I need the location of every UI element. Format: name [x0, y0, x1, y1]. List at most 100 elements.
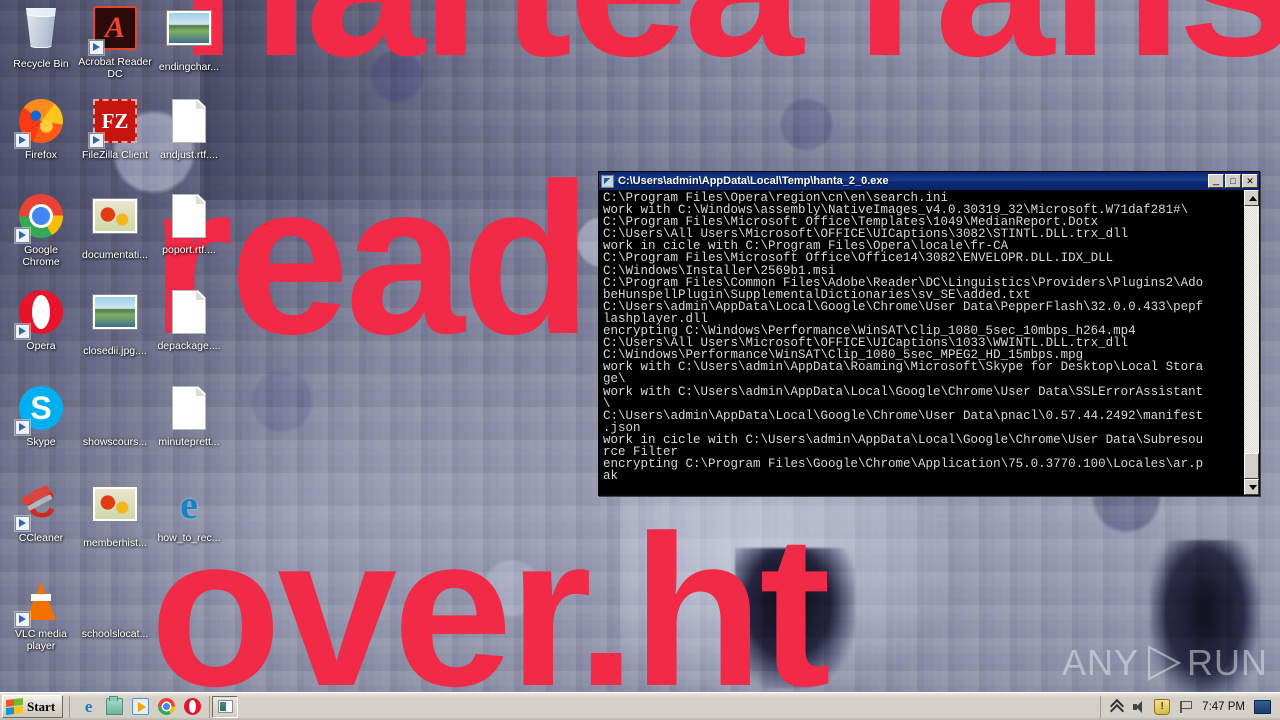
desktop-icon-minuteprett[interactable]: minuteprett...	[152, 384, 226, 449]
image-file-icon-art	[93, 295, 137, 329]
taskbar-task-list	[209, 695, 1100, 718]
internet-explorer-icon[interactable]	[80, 698, 97, 715]
shortcut-arrow-icon	[89, 133, 104, 148]
desktop-icon-how-to-rec[interactable]: how_to_rec...	[152, 480, 226, 545]
desktop-icon-label: Google Chrome	[22, 244, 60, 268]
shortcut-arrow-icon	[15, 228, 30, 243]
document-file-icon-art	[172, 290, 206, 334]
scrollbar-track[interactable]	[1244, 206, 1259, 479]
blank-icon-art	[93, 578, 137, 622]
desktop-icon-google-chrome[interactable]: Google Chrome	[4, 192, 78, 268]
show-hidden-icons-chevron-icon[interactable]	[1108, 699, 1124, 715]
minimize-button[interactable]: _	[1208, 174, 1224, 188]
desktop-icon-skype[interactable]: Skype	[4, 384, 78, 449]
console-window-icon	[601, 174, 614, 188]
desktop-icon-label: FileZilla Client	[82, 149, 148, 161]
monitor-icon[interactable]	[1254, 699, 1271, 714]
shortcut-arrow-icon	[15, 324, 30, 339]
desktop-icon-label: documentati...	[82, 249, 148, 261]
system-tray: 7:47 PM	[1100, 695, 1277, 718]
taskbar: Start 7:47 PM	[0, 692, 1280, 720]
taskbar-clock[interactable]: 7:47 PM	[1200, 701, 1247, 713]
volume-icon[interactable]	[1131, 699, 1147, 715]
acrobat-reader-icon	[89, 6, 139, 55]
desktop-icon-label: andjust.rtf....	[160, 149, 218, 161]
ransom-note-line-1: nartea ranso	[178, 0, 1280, 88]
opera-icon[interactable]	[184, 698, 202, 715]
desktop-icon-opera[interactable]: Opera	[4, 288, 78, 353]
close-icon: ✕	[1246, 175, 1254, 186]
console-window[interactable]: C:\Users\admin\AppData\Local\Temp\hanta_…	[598, 171, 1260, 496]
chrome-icon	[15, 194, 65, 243]
vlc-icon	[15, 578, 65, 627]
network-flag-icon[interactable]	[1177, 699, 1193, 715]
desktop-icon-label: poport.rtf....	[162, 244, 216, 256]
desktop-screen: nartea ranso read over.ht Recycle BinAcr…	[0, 0, 1280, 720]
document-file-icon	[165, 386, 213, 434]
desktop-icon-label: endingchar...	[158, 61, 220, 73]
desktop-icon-filezilla-client[interactable]: FileZilla Client	[78, 97, 152, 162]
document-file-icon	[165, 194, 213, 242]
console-body: C:\Program Files\Opera\region\cn\en\sear…	[599, 190, 1259, 495]
taskbar-item-hanta-console[interactable]	[212, 695, 239, 718]
flower-image-icon	[91, 199, 139, 247]
firefox-icon	[15, 99, 65, 148]
recycle-bin-icon	[17, 8, 65, 56]
desktop-icon-closedii-jpg[interactable]: closedii.jpg....	[78, 288, 152, 358]
shortcut-arrow-icon	[15, 516, 30, 531]
desktop-icon-firefox[interactable]: Firefox	[4, 97, 78, 162]
desktop-icon-documentati[interactable]: documentati...	[78, 192, 152, 262]
desktop-icon-ccleaner[interactable]: CCleaner	[4, 480, 78, 545]
opera-icon	[15, 290, 65, 339]
desktop-icon-andjust-rtf[interactable]: andjust.rtf....	[152, 97, 226, 162]
recycle-bin-icon-art	[26, 8, 56, 48]
desktop-icon-depackage[interactable]: depackage....	[152, 288, 226, 353]
flower-image-icon-art	[93, 199, 137, 233]
image-file-icon-art	[167, 11, 211, 45]
windows-flag-icon	[6, 697, 23, 716]
blank-icon	[91, 578, 139, 626]
desktop-icon-poport-rtf[interactable]: poport.rtf....	[152, 192, 226, 257]
desktop-icon-label: Recycle Bin	[13, 58, 69, 70]
windows-media-player-icon[interactable]	[132, 698, 150, 715]
close-button[interactable]: ✕	[1242, 174, 1258, 188]
scrollbar-thumb[interactable]	[1244, 453, 1259, 479]
shortcut-arrow-icon	[15, 612, 30, 627]
shortcut-arrow-icon	[15, 420, 30, 435]
desktop-icon-showscours[interactable]: showscours...	[78, 384, 152, 449]
image-file-icon	[165, 11, 213, 59]
console-scrollbar[interactable]	[1243, 190, 1259, 495]
chrome-icon[interactable]	[158, 698, 176, 715]
desktop-icon-recycle-bin[interactable]: Recycle Bin	[4, 4, 78, 71]
desktop-icon-vlc-media-player[interactable]: VLC media player	[4, 576, 78, 652]
desktop-icon-label: minuteprett...	[158, 436, 220, 448]
desktop-icon-label: how_to_rec...	[157, 532, 221, 544]
ccleaner-icon	[15, 482, 65, 531]
maximize-button[interactable]: □	[1225, 174, 1241, 188]
desktop-icon-memberhist[interactable]: memberhist...	[78, 480, 152, 550]
console-output-text[interactable]: C:\Program Files\Opera\region\cn\en\sear…	[599, 190, 1243, 495]
start-button[interactable]: Start	[2, 695, 64, 718]
desktop-icon-label: Firefox	[24, 149, 58, 161]
desktop-icon-label: schoolslocat...	[81, 628, 149, 640]
internet-explorer-html-icon	[165, 482, 213, 530]
scroll-down-arrow-icon[interactable]	[1244, 479, 1259, 495]
scroll-up-arrow-icon[interactable]	[1244, 190, 1259, 206]
desktop-icon-label: Skype	[26, 436, 56, 448]
minimize-icon: _	[1212, 174, 1220, 186]
show-desktop-folder-icon[interactable]	[106, 696, 124, 715]
desktop-icon-label: memberhist...	[83, 537, 147, 549]
console-titlebar[interactable]: C:\Users\admin\AppData\Local\Temp\hanta_…	[599, 172, 1259, 190]
action-center-shield-icon[interactable]	[1154, 698, 1171, 715]
document-file-icon-art	[172, 386, 206, 430]
desktop-icon-label: VLC media player	[15, 628, 67, 652]
desktop-icon-acrobat-reader-dc[interactable]: Acrobat Reader DC	[78, 4, 152, 80]
desktop-icon-label: Acrobat Reader DC	[78, 56, 152, 80]
desktop-icon-label: CCleaner	[18, 532, 64, 544]
maximize-icon: □	[1230, 175, 1236, 186]
document-file-icon-art	[172, 99, 206, 143]
desktop-icon-schoolslocat[interactable]: schoolslocat...	[78, 576, 152, 641]
desktop-icon-endingchar[interactable]: endingchar...	[152, 4, 226, 74]
desktop-icon-label: closedii.jpg....	[83, 345, 147, 357]
document-file-icon	[165, 290, 213, 338]
